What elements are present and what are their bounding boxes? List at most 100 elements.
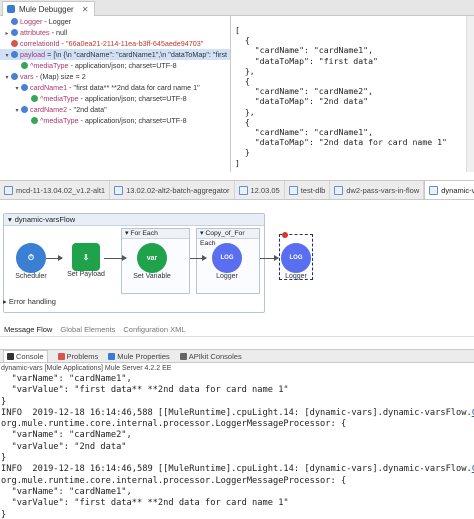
variable-name: ^mediaType	[30, 61, 69, 70]
variable-row[interactable]: ▸ attributes - null	[0, 27, 230, 38]
variable-row[interactable]: ^mediaType - application/json; charset=U…	[0, 115, 230, 126]
editor-tab-label: dw2-pass-vars-in-flow	[346, 185, 420, 195]
tab-label: Mule Debugger	[19, 4, 74, 14]
variable-name: vars	[20, 72, 34, 81]
console-tab[interactable]: APIkit Consoles	[179, 351, 242, 361]
console-line: "varName": "cardName1",	[1, 374, 132, 384]
message-tab[interactable]: Global Elements	[60, 325, 115, 334]
console-line: "varValue": "first data** **2nd data for…	[1, 498, 289, 509]
console-line: }	[1, 396, 7, 407]
mule-file-icon	[334, 185, 344, 195]
console-header: dynamic-vars [Mule Applications] Mule Se…	[1, 365, 172, 372]
clock-icon: ⏱	[16, 243, 46, 273]
variables-tree: Logger - Logger ▸ attributes - null correla…	[0, 16, 231, 172]
console-line: }	[1, 453, 7, 464]
variable-value: "66a0ea21-2114-11ea-b3ff-645aede94703"	[65, 39, 204, 48]
node-set-payload[interactable]: ⇩ Set Payload	[62, 241, 110, 278]
editor-tab[interactable]: dw2-pass-vars-in-flow	[330, 181, 425, 199]
variable-name: payload	[20, 50, 46, 59]
variable-type-icon	[11, 18, 18, 25]
scope-header: ▾ For Each	[122, 229, 189, 239]
scope-label: For Each	[130, 230, 158, 237]
variable-type-icon	[21, 106, 28, 113]
log-prefix: INFO 2019-12-18 16:14:46,589 [[MuleRunti…	[1, 464, 472, 475]
variable-value: null	[55, 28, 68, 37]
console-tab-label: Console	[16, 351, 44, 361]
variable-row[interactable]: ▾ cardName2 - "2nd data"	[0, 104, 230, 115]
variable-value: application/json; charset=UTF-8	[84, 116, 187, 125]
editor-tab[interactable]: mcd-11-13.04.02_v1.2-alt1	[0, 181, 111, 199]
variable-row[interactable]: Logger - Logger	[0, 16, 230, 27]
scope-header: ▾ Copy_of_For Each	[197, 229, 259, 247]
console-tab[interactable]: Problems	[57, 351, 99, 361]
variable-name: ^mediaType	[40, 94, 79, 103]
variable-value: application/json; charset=UTF-8	[84, 94, 187, 103]
variable-value: Logger	[48, 17, 72, 26]
variable-value: (Map) size = 2	[39, 72, 86, 81]
console-tab-label: Problems	[66, 351, 99, 361]
node-logger-1[interactable]: LOG Logger	[206, 243, 248, 280]
variable-row[interactable]: ▾ vars - (Map) size = 2	[0, 71, 230, 82]
value-inspector: [ { "cardName": "cardName1", "dataToMap"…	[232, 16, 474, 172]
variable-row[interactable]: ▾ cardName1 - "first data** **2nd data fo…	[0, 82, 230, 93]
debugger-tabbar: Mule Debugger ✕	[0, 0, 474, 16]
editor-tab[interactable]: 13.02.02-alt2-batch-aggregator	[110, 181, 235, 199]
console-line: "varName": "cardName1",	[1, 486, 132, 497]
console-line: org.mule.runtime.core.internal.processor…	[1, 475, 347, 486]
payload-json: [ { "cardName": "cardName1", "dataToMap"…	[235, 25, 447, 168]
view-icon	[108, 352, 116, 360]
close-icon[interactable]: ✕	[82, 5, 89, 14]
flow-name: dynamic-varsFlow	[14, 214, 76, 224]
variable-row[interactable]: ^mediaType - application/json; charset=U…	[0, 93, 230, 104]
editor-tab-label: mcd-11-13.04.02_v1.2-alt1	[16, 185, 106, 195]
node-scheduler[interactable]: ⏱ Scheduler	[8, 243, 54, 280]
message-tab[interactable]: Configuration XML	[123, 325, 185, 334]
console-tab-label: Mule Properties	[117, 351, 170, 361]
console-output: dynamic-vars [Mule Applications] Mule Se…	[0, 364, 474, 519]
node-label: Logger	[216, 273, 238, 280]
variable-value: [\n {\n "cardName": "cardName1",\n "data…	[53, 50, 228, 59]
console-tab-label: APIkit Consoles	[188, 351, 242, 361]
logger-icon: LOG	[212, 243, 242, 273]
console-tab[interactable]: Mule Properties	[108, 352, 170, 361]
node-set-variable[interactable]: var Set Variable	[128, 243, 176, 280]
variable-value: application/json; charset=UTF-8	[74, 61, 177, 70]
mule-file-icon	[238, 185, 248, 195]
inspector-scrollbar[interactable]	[466, 16, 474, 172]
error-handling[interactable]: ▸ Error handling	[3, 297, 56, 306]
variable-type-icon	[21, 62, 28, 69]
editor-tab[interactable]: test-dlb	[285, 181, 331, 199]
variable-name: cardName1	[30, 83, 68, 92]
collapse-icon[interactable]: ▾	[8, 214, 12, 226]
node-label: Set Payload	[67, 271, 105, 278]
variable-row[interactable]: correlationId - "66a0ea21-2114-11ea-b3ff…	[0, 38, 230, 49]
mule-debugger-panel: Mule Debugger ✕ Logger - Logger ▸ attribut…	[0, 0, 474, 172]
breakpoint-icon[interactable]	[282, 232, 288, 238]
flow-header: ▾ dynamic-varsFlow	[4, 214, 264, 226]
message-flow-tabs: Message Flow Global Elements Configuration…	[0, 323, 474, 337]
connector-arrow	[46, 255, 63, 261]
variable-value: "2nd data"	[73, 105, 107, 114]
variable-value: "first data** **2nd data for card name 1…	[73, 83, 200, 92]
variable-name: attributes	[20, 28, 50, 37]
variable-name: ^mediaType	[40, 116, 79, 125]
tab-mule-debugger[interactable]: Mule Debugger ✕	[2, 1, 96, 16]
variable-row[interactable]: ▾ payload = [\n {\n "cardName": "cardName…	[0, 49, 230, 60]
selection-marker	[279, 234, 313, 280]
node-label: Set Variable	[133, 273, 171, 280]
mule-file-icon	[429, 185, 439, 195]
variable-name: cardName2	[30, 105, 68, 114]
editor-tab[interactable]: 12.03.05	[235, 181, 285, 199]
console-line: INFO 2019-12-18 16:14:46,588 [[MuleRunti…	[0, 408, 474, 419]
console-line: }	[1, 509, 7, 519]
view-icon	[57, 352, 65, 360]
editor-tab-label: dynamic-vars	[441, 185, 474, 195]
debug-icon	[7, 5, 15, 13]
editor-tab[interactable]: dynamic-vars	[424, 181, 474, 199]
console-tab[interactable]: Console	[3, 349, 48, 363]
connector-arrow	[104, 255, 127, 261]
message-tab[interactable]: Message Flow	[4, 325, 52, 334]
console-tabbar: Console Problems Mule Properties APIkit Con…	[0, 349, 474, 363]
variable-row[interactable]: ^mediaType - application/json; charset=U…	[0, 60, 230, 71]
view-icon	[7, 352, 14, 360]
